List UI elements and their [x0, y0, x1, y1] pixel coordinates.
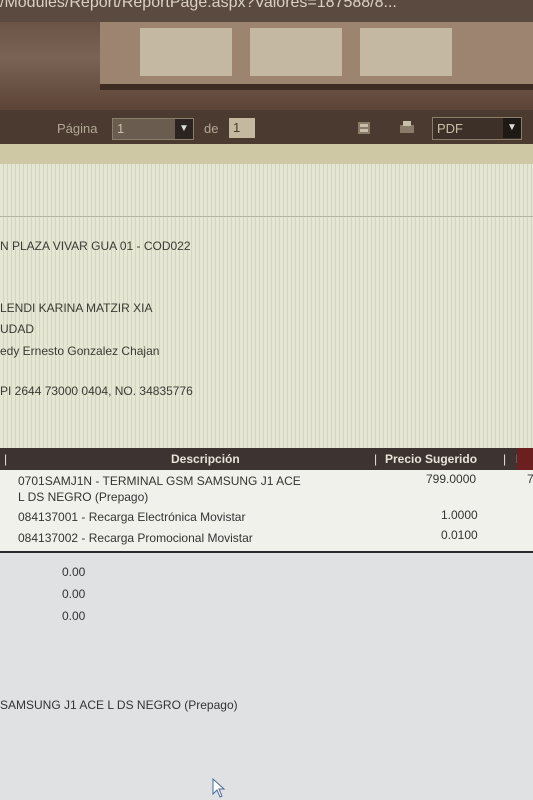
col-suggested-price: Precio Sugerido — [385, 452, 478, 466]
table-row-description: 084137002 - Recarga Promocional Movistar — [18, 531, 253, 545]
mouse-cursor-icon — [212, 778, 226, 798]
chevron-down-icon[interactable]: ▼ — [503, 118, 521, 138]
export-format-select[interactable]: PDF ▼ — [432, 117, 522, 140]
total-value: 0.00 — [62, 587, 86, 601]
report-lower: 0.00 0.00 0.00 — [0, 553, 533, 800]
export-icon[interactable] — [356, 120, 374, 136]
page-label: Página — [57, 121, 98, 136]
reference-number: PI 2644 73000 0404, NO. 34835776 — [0, 384, 193, 398]
col-description: Descripción — [171, 452, 240, 466]
product-summary: SAMSUNG J1 ACE L DS NEGRO (Prepago) — [0, 698, 238, 712]
table-row-extra: 7 — [527, 472, 533, 486]
store-name: N PLAZA VIVAR GUA 01 - COD022 — [0, 239, 191, 253]
table-row-description: 084137001 - Recarga Electrónica Movistar — [18, 510, 246, 524]
print-icon[interactable] — [398, 120, 416, 136]
total-pages: 1 — [229, 118, 255, 138]
table-row-price: 799.0000 — [426, 472, 477, 486]
table-row-price: 1.0000 — [441, 508, 478, 522]
table-row-description: 0701SAMJ1N - TERMINAL GSM SAMSUNG J1 ACE — [18, 474, 301, 488]
background-window-frame — [0, 22, 533, 110]
of-label: de — [204, 121, 219, 136]
page-select[interactable]: 1 ▼ — [112, 118, 194, 140]
address-text: /Modules/Report/ReportPage.aspx?Valores=… — [0, 0, 397, 11]
chevron-down-icon[interactable]: ▼ — [175, 119, 193, 139]
table-row-description: L DS NEGRO (Prepago) — [18, 490, 149, 504]
client-name: LENDI KARINA MATZIR XIA — [0, 301, 153, 315]
seller-name: edy Ernesto Gonzalez Chajan — [0, 344, 160, 358]
table-header: | Descripción | Precio Sugerido | Pr — [0, 448, 533, 470]
total-value: 0.00 — [62, 609, 86, 623]
total-value: 0.00 — [62, 565, 86, 579]
table-row-price: 0.0100 — [441, 528, 478, 542]
city: UDAD — [0, 322, 35, 336]
address-bar[interactable]: /Modules/Report/ReportPage.aspx?Valores=… — [0, 0, 533, 22]
report-info: N PLAZA VIVAR GUA 01 - COD022 LENDI KARI… — [0, 164, 533, 448]
table-body: 0701SAMJ1N - TERMINAL GSM SAMSUNG J1 ACE… — [0, 470, 533, 552]
